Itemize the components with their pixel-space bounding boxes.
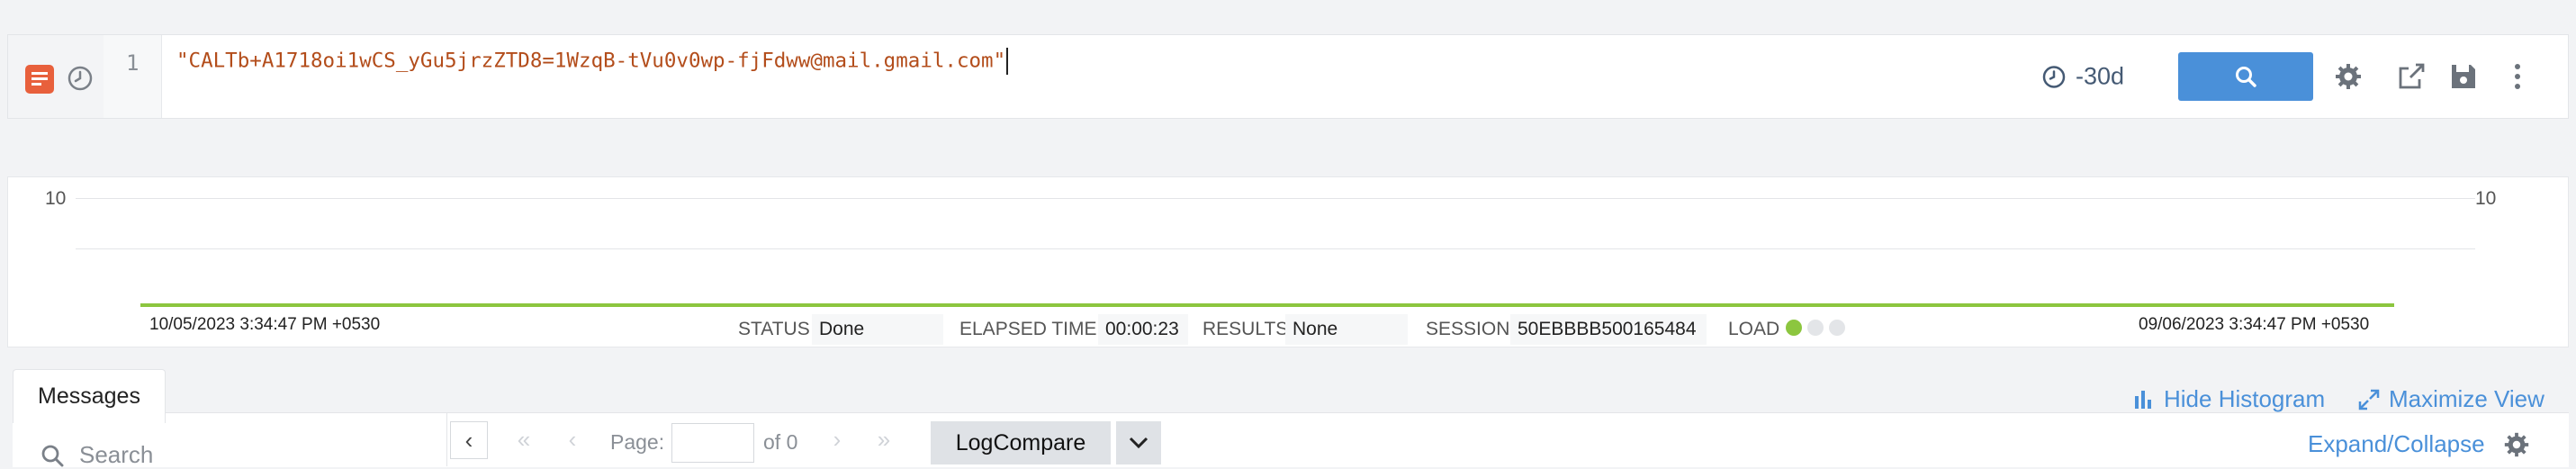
histogram-end-time: 09/06/2023 3:34:47 PM +0530	[2139, 315, 2370, 334]
chevron-left-icon: ‹	[464, 426, 473, 454]
chevron-down-icon	[1129, 437, 1148, 449]
query-text: "CALTb+A1718oi1wCS_yGu5jrzZTD8=1WzqB-tVu…	[176, 49, 1006, 73]
search-icon	[2236, 67, 2256, 87]
tab-messages-label: Messages	[38, 383, 140, 409]
last-page-button[interactable]: »	[866, 421, 902, 457]
share-icon[interactable]	[2396, 61, 2427, 92]
collapse-sidebar-button[interactable]: ‹	[450, 421, 488, 459]
log-search-icon[interactable]	[24, 64, 55, 95]
expand-collapse-label: Expand/Collapse	[2308, 430, 2485, 457]
histogram-gridline-mid	[76, 248, 2475, 249]
bar-chart-icon	[2135, 390, 2151, 409]
results-label: RESULTS	[1202, 319, 1289, 339]
y-axis-max-left: 10	[45, 188, 67, 209]
logcompare-dropdown[interactable]	[1116, 421, 1161, 464]
search-button[interactable]	[2178, 52, 2313, 101]
maximize-view-button[interactable]: Maximize View	[2358, 385, 2544, 413]
session-label: SESSION	[1426, 319, 1510, 339]
messages-panel	[13, 412, 2569, 467]
text-caret	[1006, 48, 1009, 75]
load-label: LOAD	[1728, 319, 1780, 339]
histogram-baseline	[140, 303, 2394, 307]
chevron-left-icon: ‹	[568, 425, 577, 453]
message-search-placeholder: Search	[79, 441, 154, 468]
page-label: Page:	[610, 430, 665, 454]
query-tools	[8, 35, 104, 118]
search-icon	[41, 445, 64, 466]
chevron-right-icon: ›	[833, 425, 842, 453]
prev-page-button[interactable]: ‹	[554, 421, 590, 457]
message-search[interactable]: Search	[40, 441, 153, 469]
page-input[interactable]	[671, 423, 754, 463]
clock-icon	[2042, 65, 2066, 88]
time-range-picker[interactable]: -30d	[2041, 63, 2124, 91]
time-range-label: -30d	[2076, 62, 2125, 90]
double-chevron-right-icon: »	[877, 425, 891, 453]
status-label: STATUS	[738, 319, 810, 339]
status-value: Done	[812, 314, 943, 345]
histogram-start-time: 10/05/2023 3:34:47 PM +0530	[149, 315, 381, 334]
load-dot-3	[1829, 320, 1845, 336]
page-of-label: of 0	[763, 430, 798, 454]
maximize-view-label: Maximize View	[2389, 385, 2544, 412]
session-value: 50EBBBB500165484	[1510, 314, 1707, 345]
logcompare-button[interactable]: LogCompare	[931, 421, 1111, 464]
next-page-button[interactable]: ›	[819, 421, 855, 457]
expand-icon	[2358, 389, 2380, 410]
divider	[446, 412, 447, 466]
results-value: None	[1285, 314, 1408, 345]
expand-collapse-button[interactable]: Expand/Collapse	[2308, 430, 2485, 458]
tab-messages[interactable]: Messages	[13, 369, 166, 423]
elapsed-time-value: 00:00:23	[1098, 314, 1188, 345]
load-dot-2	[1807, 320, 1824, 336]
load-dot-1	[1786, 320, 1802, 336]
more-vertical-icon[interactable]	[2502, 61, 2533, 92]
save-icon[interactable]	[2448, 61, 2479, 92]
first-page-button[interactable]: «	[506, 421, 542, 457]
line-gutter	[104, 35, 162, 118]
hide-histogram-label: Hide Histogram	[2164, 385, 2326, 412]
recent-queries-icon[interactable]	[66, 64, 95, 93]
gear-icon[interactable]	[2502, 430, 2531, 459]
query-editor[interactable]: "CALTb+A1718oi1wCS_yGu5jrzZTD8=1WzqB-tVu…	[176, 48, 1009, 75]
y-axis-max-right: 10	[2475, 188, 2497, 209]
hide-histogram-button[interactable]: Hide Histogram	[2133, 385, 2325, 413]
histogram-gridline-top	[76, 198, 2475, 199]
logcompare-label: LogCompare	[955, 429, 1086, 455]
elapsed-time-label: ELAPSED TIME	[959, 319, 1097, 339]
line-number: 1	[126, 50, 140, 76]
gear-icon[interactable]	[2333, 61, 2364, 92]
double-chevron-left-icon: «	[517, 425, 531, 453]
